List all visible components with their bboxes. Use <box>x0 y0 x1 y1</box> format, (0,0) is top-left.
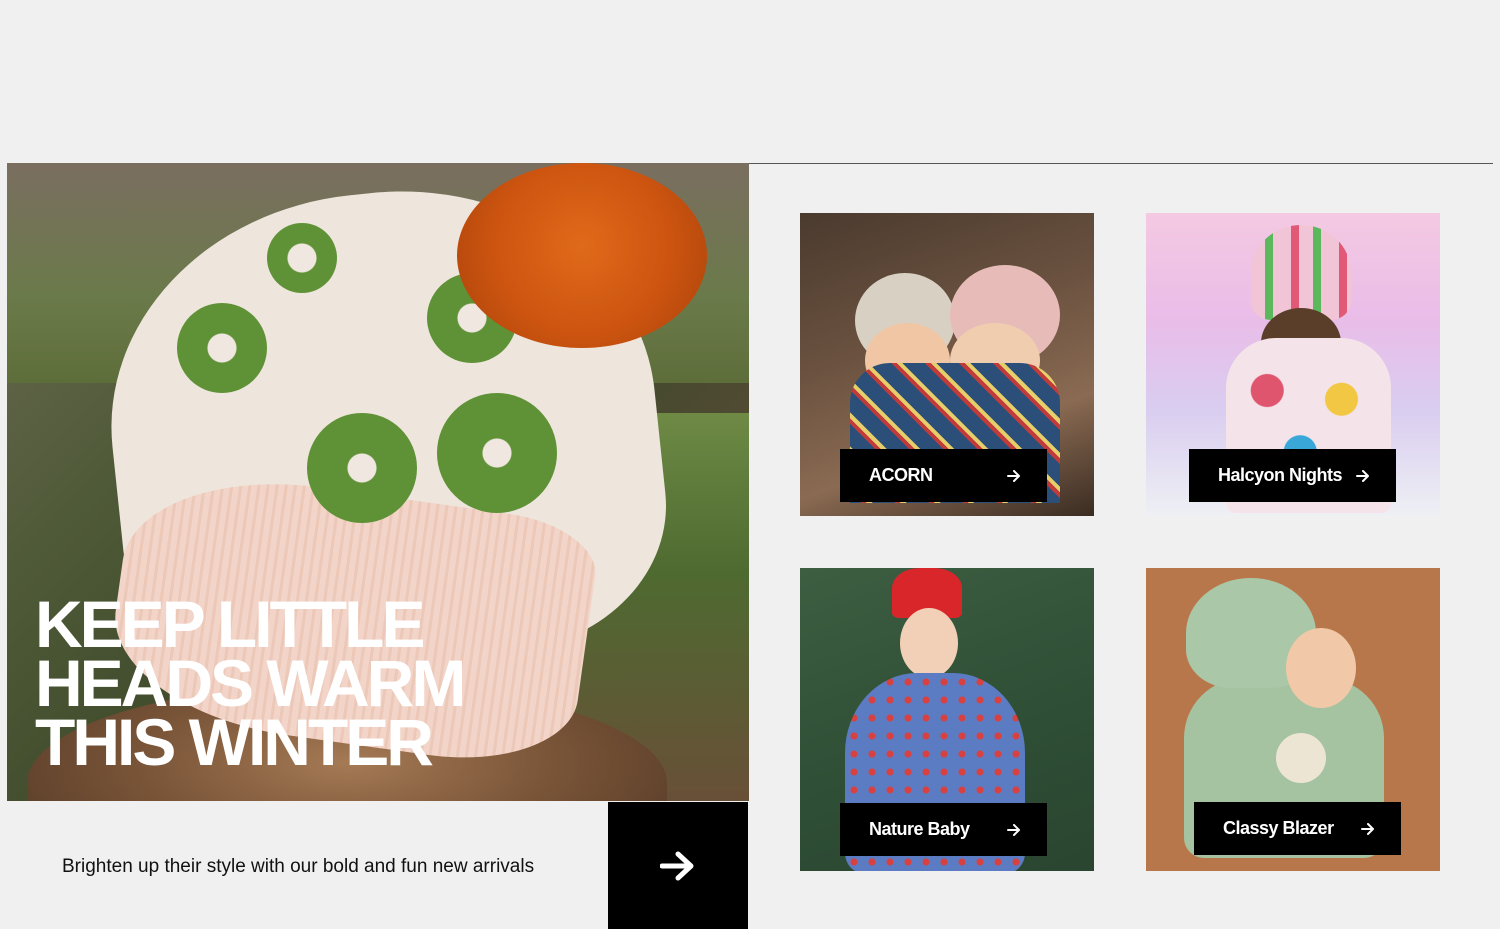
arrow-right-icon <box>1361 822 1374 835</box>
collection-label: Nature Baby <box>869 819 970 839</box>
collection-link-nature-baby[interactable]: Nature Baby <box>840 803 1047 856</box>
section-divider <box>748 163 1493 164</box>
collection-card-acorn[interactable]: ACORN <box>800 213 1094 516</box>
arrow-right-icon <box>1356 469 1369 482</box>
collection-card-halcyon-nights[interactable]: Halcyon Nights <box>1146 213 1440 516</box>
collection-card-nature-baby[interactable]: Nature Baby <box>800 568 1094 871</box>
hero-banner[interactable]: KEEP LITTLE HEADS WARM THIS WINTER <box>7 163 749 801</box>
hero-cta-button[interactable] <box>608 802 748 929</box>
collection-card-classy-blazer[interactable]: Classy Blazer <box>1146 568 1440 871</box>
collection-label: Halcyon Nights <box>1218 465 1343 485</box>
flower-pattern <box>177 303 267 393</box>
arrow-right-icon <box>1007 469 1020 482</box>
flower-pattern <box>307 413 417 523</box>
product-image <box>1286 628 1356 708</box>
pompom <box>457 163 707 348</box>
collection-link-acorn[interactable]: ACORN <box>840 449 1047 502</box>
flower-pattern <box>267 223 337 293</box>
product-image <box>900 608 958 678</box>
collection-label: Classy Blazer <box>1223 818 1334 838</box>
collection-label: ACORN <box>869 465 933 485</box>
product-image <box>1276 733 1326 783</box>
arrow-right-icon <box>660 851 694 880</box>
flower-pattern <box>437 393 557 513</box>
arrow-right-icon <box>1007 823 1020 836</box>
collection-link-classy-blazer[interactable]: Classy Blazer <box>1194 802 1401 855</box>
hero-title: KEEP LITTLE HEADS WARM THIS WINTER <box>35 587 466 779</box>
collection-link-halcyon-nights[interactable]: Halcyon Nights <box>1189 449 1396 502</box>
hero-tagline: Brighten up their style with our bold an… <box>62 856 535 877</box>
product-image <box>1251 225 1351 320</box>
